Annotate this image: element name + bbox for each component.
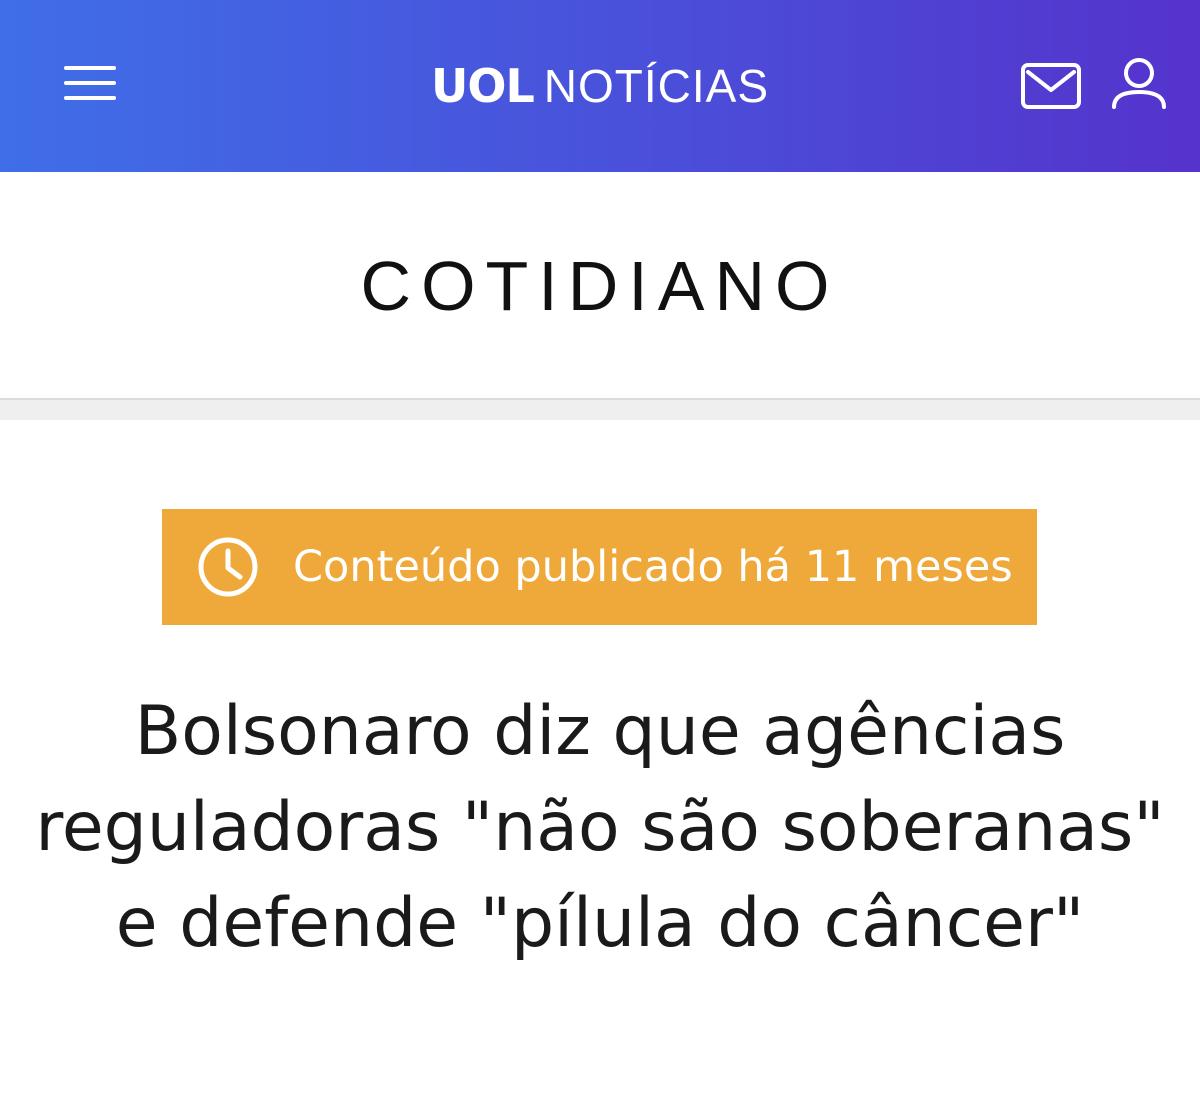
article: Conteúdo publicado há 11 meses Bolsonaro… — [0, 420, 1200, 1104]
section-divider — [0, 398, 1200, 420]
content-age-text: Conteúdo publicado há 11 meses — [293, 542, 1013, 592]
top-navigation-bar: UOL NOTÍCIAS — [0, 0, 1200, 172]
section-brand-label: NOTÍCIAS — [543, 60, 770, 112]
uol-logo-text: UOL — [430, 59, 535, 113]
content-age-banner: Conteúdo publicado há 11 meses — [162, 509, 1037, 625]
section-header: COTIDIANO — [0, 172, 1200, 398]
user-icon[interactable] — [1110, 56, 1168, 110]
section-title[interactable]: COTIDIANO — [0, 246, 1200, 326]
mail-icon[interactable] — [1020, 62, 1082, 110]
clock-icon — [198, 537, 258, 597]
article-headline: Bolsonaro diz que agências reguladoras "… — [35, 692, 1165, 963]
